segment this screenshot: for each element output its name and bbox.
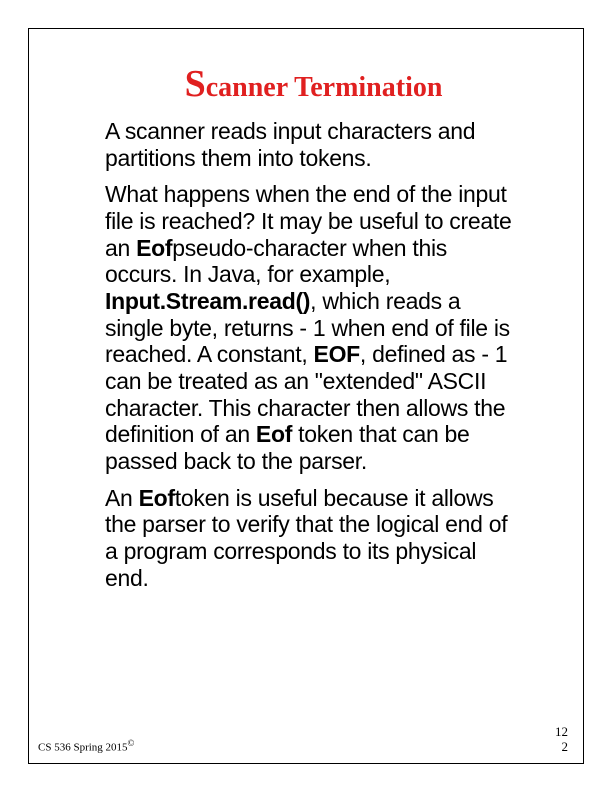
p2-bold-eof2: Eof [256, 421, 292, 447]
content-area: Scanner Termination A scanner reads inpu… [105, 62, 522, 601]
p3-text-a: An [105, 485, 139, 511]
copyright-symbol: © [128, 738, 135, 748]
page-number-bottom: 2 [555, 740, 568, 754]
title-dropcap: S [185, 63, 206, 105]
p2-bold-eof: Eof [136, 235, 172, 261]
paragraph-2: What happens when the end of the input f… [105, 181, 522, 474]
p3-bold-eof: Eof [139, 485, 175, 511]
title-text: canner Termination [206, 72, 443, 103]
p2-bold-inputstream: Input.Stream.read() [105, 288, 310, 314]
paragraph-3: An Eoftoken is useful because it allows … [105, 485, 522, 592]
course-label: CS 536 Spring 2015 [38, 742, 128, 754]
paragraph-1: A scanner reads input characters and par… [105, 118, 522, 171]
p2-bold-eofconst: EOF [314, 341, 360, 367]
page-title: Scanner Termination [105, 62, 522, 106]
page-number-top: 12 [555, 725, 568, 739]
footer-right: 12 2 [555, 725, 568, 754]
footer-left: CS 536 Spring 2015© [38, 738, 134, 754]
